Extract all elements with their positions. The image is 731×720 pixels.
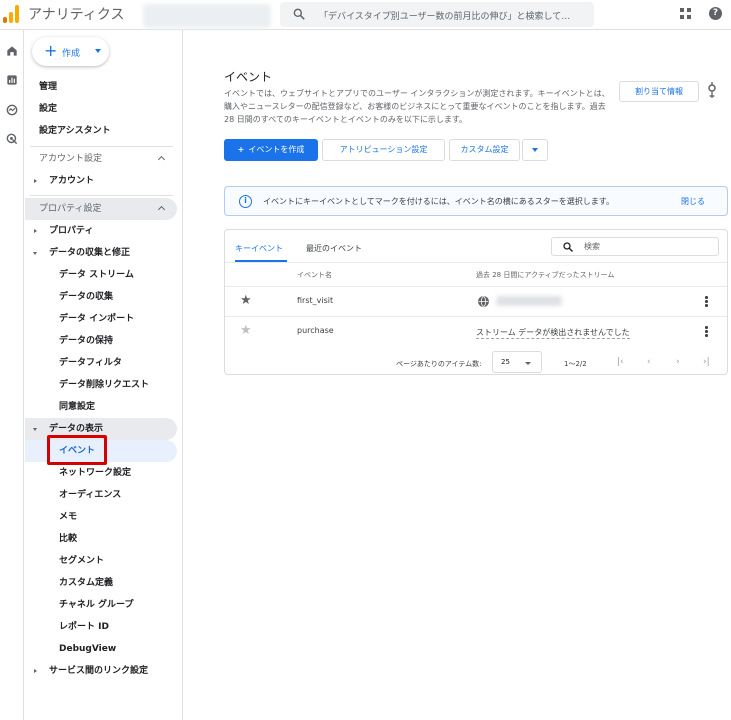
expand-arrow-icon bbox=[34, 179, 37, 183]
sidebar-item-data-filters[interactable]: データフィルタ bbox=[25, 352, 177, 374]
lightbulb-icon[interactable] bbox=[707, 82, 717, 100]
next-page-icon[interactable]: › bbox=[676, 357, 680, 367]
event-name[interactable]: purchase bbox=[297, 326, 334, 335]
plus-icon: + bbox=[44, 41, 58, 60]
help-icon[interactable]: ? bbox=[709, 7, 722, 20]
sidebar-item-admin[interactable]: 管理 bbox=[25, 76, 177, 98]
divider bbox=[30, 146, 173, 147]
pagination-range: 1～2/2 bbox=[564, 360, 587, 368]
sidebar-item-settings[interactable]: 設定 bbox=[25, 98, 177, 120]
prev-page-icon[interactable]: ‹ bbox=[647, 357, 651, 367]
divider bbox=[225, 262, 727, 263]
sidebar-item-network[interactable]: ネットワーク設定 bbox=[25, 462, 177, 484]
items-per-page-label: ページあたりのアイテム数: bbox=[396, 360, 482, 368]
sidebar-item-property[interactable]: プロパティ bbox=[25, 220, 177, 242]
info-icon: i bbox=[239, 195, 252, 208]
custom-settings-button[interactable]: カスタム設定 bbox=[449, 139, 520, 161]
analytics-logo-icon[interactable] bbox=[3, 5, 19, 23]
tab-key-events[interactable]: キーイベント bbox=[235, 243, 283, 254]
assign-info-button[interactable]: 割り当て情報 bbox=[619, 81, 699, 102]
chevron-down-icon bbox=[95, 49, 101, 53]
sidebar-item-service-links[interactable]: サービス間のリンク設定 bbox=[25, 660, 177, 682]
home-icon[interactable] bbox=[5, 44, 19, 58]
create-event-button[interactable]: + イベントを作成 bbox=[224, 139, 318, 161]
divider bbox=[225, 316, 727, 317]
advertising-icon[interactable] bbox=[5, 132, 19, 146]
globe-icon bbox=[478, 296, 489, 307]
reports-icon[interactable] bbox=[5, 73, 19, 87]
sidebar-item-reporting-id[interactable]: レポート ID bbox=[25, 616, 177, 638]
table-search-placeholder: 検索 bbox=[584, 242, 600, 251]
chevron-down-icon bbox=[525, 362, 531, 365]
custom-settings-dropdown[interactable] bbox=[522, 139, 548, 161]
sidebar-item-setup-assistant[interactable]: 設定アシスタント bbox=[25, 120, 177, 142]
stream-name bbox=[496, 296, 562, 306]
close-banner-button[interactable]: 閉じる bbox=[681, 196, 705, 207]
sidebar-item-debugview[interactable]: DebugView bbox=[25, 638, 177, 660]
chevron-up-icon bbox=[157, 155, 166, 164]
app-title: アナリティクス bbox=[28, 7, 125, 23]
page-description: イベントでは、ウェブサイトとアプリでのユーザー インタラクションが測定されます。… bbox=[224, 89, 610, 124]
create-label: 作成 bbox=[62, 49, 81, 59]
expand-arrow-icon bbox=[34, 229, 37, 233]
property-settings-section[interactable]: プロパティ設定 bbox=[25, 198, 177, 220]
star-icon[interactable]: ★ bbox=[240, 324, 252, 337]
sidebar-item-channel-groups[interactable]: チャネル グループ bbox=[25, 594, 177, 616]
sidebar-item-data-streams[interactable]: データ ストリーム bbox=[25, 264, 177, 286]
account-picker[interactable] bbox=[143, 4, 271, 28]
explore-icon[interactable] bbox=[5, 103, 19, 117]
page-title: イベント bbox=[224, 70, 273, 84]
sidebar-item-data-retention[interactable]: データの保持 bbox=[25, 330, 177, 352]
main-content: イベント イベントでは、ウェブサイトとアプリでのユーザー インタラクションが測定… bbox=[184, 30, 731, 720]
admin-sidebar: + 作成 管理 設定 設定アシスタント アカウント設定 アカウント プロパティ設… bbox=[25, 30, 183, 720]
more-vert-icon[interactable] bbox=[705, 326, 708, 338]
chevron-up-icon bbox=[157, 205, 166, 214]
top-bar: アナリティクス 「デバイスタイプ別ユーザー数の前月比の伸び」と検索して… ? bbox=[0, 0, 731, 30]
apps-icon[interactable] bbox=[680, 8, 691, 19]
expand-arrow-icon bbox=[34, 669, 37, 673]
chevron-down-icon bbox=[532, 147, 538, 152]
sidebar-item-consent[interactable]: 同意設定 bbox=[25, 396, 177, 418]
search-icon bbox=[293, 8, 305, 20]
sidebar-item-audiences[interactable]: オーディエンス bbox=[25, 484, 177, 506]
events-table-card: キーイベント 最近のイベント 検索 イベント名 過去 28 日間にアクティブだっ… bbox=[224, 229, 728, 375]
sidebar-item-data-deletion[interactable]: データ削除リクエスト bbox=[25, 374, 177, 396]
star-icon[interactable]: ★ bbox=[240, 294, 252, 307]
info-message: イベントにキーイベントとしてマークを付けるには、イベント名の横にあるスターを選択… bbox=[263, 197, 614, 206]
tab-recent-events[interactable]: 最近のイベント bbox=[306, 243, 362, 254]
column-header-event-name[interactable]: イベント名 bbox=[297, 270, 332, 280]
info-banner: i イベントにキーイベントとしてマークを付けるには、イベント名の横にあるスターを… bbox=[224, 186, 728, 216]
table-search-input[interactable]: 検索 bbox=[551, 237, 719, 256]
search-icon bbox=[563, 242, 573, 252]
collapse-arrow-icon bbox=[33, 252, 37, 255]
collapse-arrow-icon bbox=[33, 428, 37, 431]
plus-icon: + bbox=[237, 145, 245, 154]
sidebar-item-data-import[interactable]: データ インポート bbox=[25, 308, 177, 330]
create-button[interactable]: + 作成 bbox=[32, 37, 109, 66]
sidebar-item-comparisons[interactable]: 比較 bbox=[25, 528, 177, 550]
divider bbox=[30, 195, 173, 196]
divider bbox=[225, 286, 727, 287]
sidebar-item-custom-definitions[interactable]: カスタム定義 bbox=[25, 572, 177, 594]
last-page-icon[interactable]: ›| bbox=[703, 357, 710, 367]
sidebar-item-segments[interactable]: セグメント bbox=[25, 550, 177, 572]
highlight-box bbox=[47, 435, 107, 465]
items-per-page-select[interactable]: 25 bbox=[492, 351, 542, 373]
account-settings-section[interactable]: アカウント設定 bbox=[25, 148, 177, 170]
search-bar[interactable]: 「デバイスタイプ別ユーザー数の前月比の伸び」と検索して… bbox=[280, 2, 594, 27]
column-header-streams: 過去 28 日間にアクティブだったストリーム bbox=[476, 271, 615, 279]
no-stream-data-text: ストリーム データが検出されませんでした bbox=[476, 328, 630, 339]
attribution-settings-button[interactable]: アトリビューション設定 bbox=[322, 139, 445, 161]
sidebar-item-notes[interactable]: メモ bbox=[25, 506, 177, 528]
first-page-icon[interactable]: |‹ bbox=[617, 357, 624, 367]
event-name[interactable]: first_visit bbox=[297, 296, 333, 305]
sidebar-item-data-collection[interactable]: データの収集と修正 bbox=[25, 242, 177, 264]
search-placeholder: 「デバイスタイプ別ユーザー数の前月比の伸び」と検索して… bbox=[319, 12, 571, 22]
nav-rail bbox=[0, 30, 24, 720]
more-vert-icon[interactable] bbox=[705, 296, 708, 308]
sidebar-item-data-collection-settings[interactable]: データの収集 bbox=[25, 286, 177, 308]
sidebar-item-account[interactable]: アカウント bbox=[25, 170, 177, 192]
